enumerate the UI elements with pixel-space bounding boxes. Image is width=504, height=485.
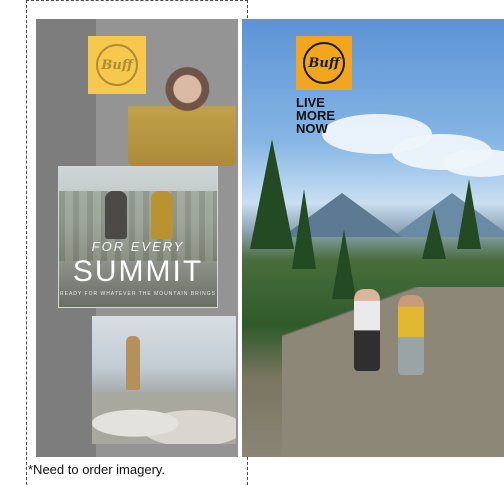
hiker-left (354, 289, 380, 371)
summit-card-subtitle: FOR EVERY (91, 239, 185, 254)
buff-logo-text: Buff (308, 55, 340, 71)
hiking-trail (282, 287, 504, 457)
pine-tree (292, 189, 316, 269)
imagery-note: *Need to order imagery. (28, 462, 166, 477)
summit-card-image: FOR EVERY SUMMIT READY FOR WHATEVER THE … (58, 166, 218, 308)
tagline: LIVE MORE NOW (296, 96, 376, 135)
pine-tree (457, 179, 481, 249)
climber-card-image (92, 316, 236, 444)
buff-logo-left: Buff (88, 36, 146, 94)
pine-tree (250, 139, 294, 249)
summit-card-hiker (105, 191, 127, 239)
right-mockup-hero-photo (242, 19, 504, 457)
summit-card-hiker (151, 191, 173, 239)
cloud (442, 149, 504, 177)
buff-logo-mark: Buff (303, 42, 345, 84)
climber-figure (126, 336, 140, 390)
buff-logo-text: Buff (101, 57, 133, 73)
pine-tree (422, 209, 446, 259)
hiker-right (398, 295, 424, 375)
distant-mountain (392, 193, 504, 237)
summit-card-title: SUMMIT (72, 255, 204, 288)
buff-logo-mark: Buff (96, 44, 138, 86)
tagline-line: NOW (296, 121, 328, 136)
rocks (92, 392, 236, 444)
buff-logo-right: Buff (296, 36, 352, 90)
summit-card-tagline: READY FOR WHATEVER THE MOUNTAIN BRINGS (60, 291, 216, 297)
